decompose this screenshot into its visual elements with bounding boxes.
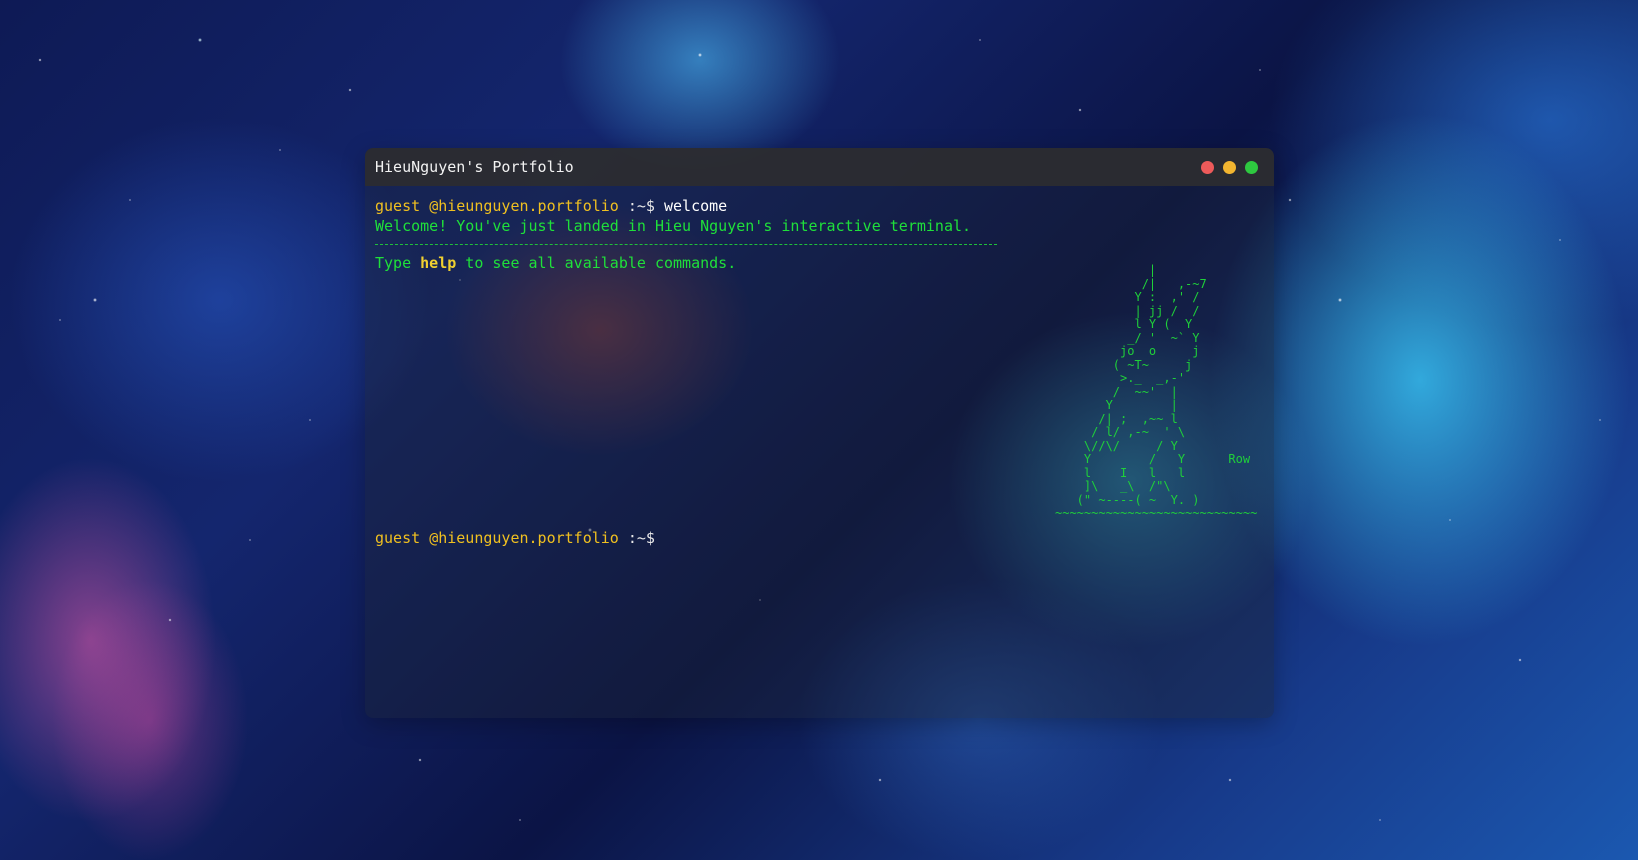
prompt-line: guest @hieunguyen.portfolio :~$ welcome xyxy=(375,196,1264,216)
close-button[interactable] xyxy=(1201,160,1214,174)
active-prompt-user: guest xyxy=(375,529,421,547)
prompt-host: @hieunguyen.portfolio xyxy=(429,197,619,215)
terminal-body[interactable]: guest @hieunguyen.portfolio :~$ welcome … xyxy=(365,186,1274,547)
prompt-path: :~$ xyxy=(618,197,655,215)
entered-command: welcome xyxy=(664,197,728,215)
active-prompt-path: :~$ xyxy=(618,529,655,547)
ascii-art-rabbit: | /| ,-~7 Y : ,' / | jj / / l Y ( Y _/ '… xyxy=(1055,263,1258,520)
window-title: HieuNguyen's Portfolio xyxy=(375,158,574,176)
maximize-button[interactable] xyxy=(1245,160,1258,174)
terminal-titlebar[interactable]: HieuNguyen's Portfolio xyxy=(365,148,1274,186)
active-prompt-line[interactable]: guest @hieunguyen.portfolio :~$ xyxy=(375,528,664,548)
window-controls xyxy=(1201,160,1258,174)
active-prompt-host: @hieunguyen.portfolio xyxy=(429,529,619,547)
help-hint-suffix: to see all available commands. xyxy=(456,254,737,272)
help-keyword: help xyxy=(420,254,457,272)
welcome-message: Welcome! You've just landed in Hieu Nguy… xyxy=(375,217,972,235)
output-separator xyxy=(375,244,997,245)
prompt-user: guest xyxy=(375,197,421,215)
terminal-window[interactable]: HieuNguyen's Portfolio guest @hieunguyen… xyxy=(365,148,1274,718)
minimize-button[interactable] xyxy=(1223,160,1236,174)
help-hint-prefix: Type xyxy=(375,254,421,272)
